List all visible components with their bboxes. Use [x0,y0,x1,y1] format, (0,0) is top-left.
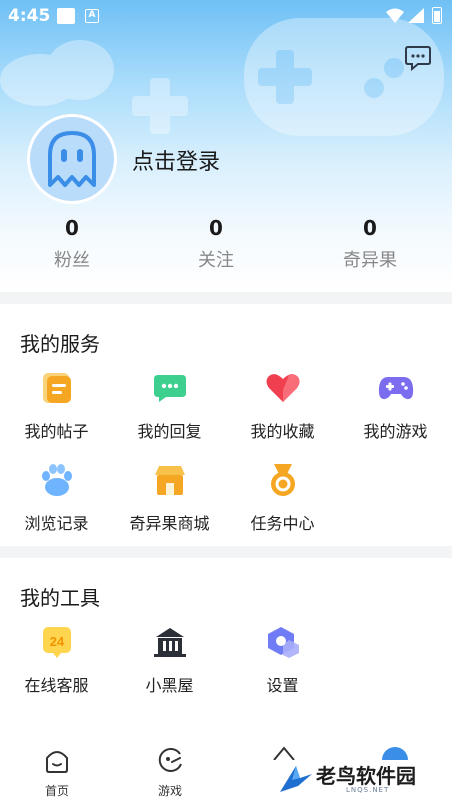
service-label: 浏览记录 [24,514,89,533]
stat-fans[interactable]: 0 粉丝 [12,214,132,272]
medal-icon [270,464,295,496]
signal-icon [408,8,424,23]
status-bar: 4:45 A [0,0,452,32]
service-my-games[interactable]: 我的游戏 [339,370,452,442]
service-task-center[interactable]: 任务中心 [226,462,339,534]
service-my-favorites[interactable]: 我的收藏 [226,370,339,442]
gamepad-icon [378,377,413,400]
service-my-replies[interactable]: 我的回复 [113,370,226,442]
message-icon[interactable] [404,44,432,72]
divider [0,292,452,304]
avatar[interactable] [27,114,117,204]
bird-logo-icon [280,766,312,792]
stat-label: 粉丝 [54,250,90,271]
tab-game[interactable]: 游戏 [140,746,200,799]
stat-label: 奇异果 [343,250,397,271]
tab-label: 游戏 [157,784,182,798]
watermark-logo: 老鸟软件园 LNQS.NET [276,754,452,802]
notification-icon [57,8,75,24]
divider [0,546,452,558]
reply-icon [153,375,186,402]
keyboard-indicator-icon: A [85,9,99,23]
stat-kiwi[interactable]: 0 奇异果 [310,214,430,272]
stat-following[interactable]: 0 关注 [156,214,276,272]
favorite-icon [266,374,299,402]
store-icon [154,466,185,495]
tool-customer-service[interactable]: 24 在线客服 [0,624,113,696]
service-label: 我的帖子 [24,422,89,441]
tool-settings[interactable]: 设置 [226,624,339,696]
service-history[interactable]: 浏览记录 [0,462,113,534]
customer-service-badge: 24 [49,634,64,649]
history-icon [41,464,72,496]
settings-icon [267,627,299,658]
clock: 4:45 [8,6,51,26]
post-icon [42,373,71,403]
stat-label: 关注 [198,250,234,271]
game-icon [158,747,182,772]
tab-home[interactable]: 首页 [27,746,87,799]
tool-black-house[interactable]: 小黑屋 [113,624,226,696]
house-icon [153,628,186,657]
service-label: 我的回复 [137,422,202,441]
home-icon [46,751,68,773]
service-label: 奇异果商城 [129,514,210,533]
service-label: 我的收藏 [250,422,315,441]
wifi-icon [386,8,404,23]
stat-count: 0 [209,216,223,240]
customer-service-icon: 24 [42,627,71,658]
services-title: 我的服务 [20,332,100,356]
login-link[interactable]: 点击登录 [132,144,220,176]
battery-icon [432,7,442,24]
ghost-icon [48,131,96,187]
tab-label: 首页 [44,784,69,798]
tools-title: 我的工具 [20,586,100,610]
tool-label: 小黑屋 [145,676,194,695]
service-my-posts[interactable]: 我的帖子 [0,370,113,442]
stats-row: 0 粉丝 0 关注 0 奇异果 [0,214,452,274]
watermark-subtext: LNQS.NET [346,786,390,794]
tool-label: 设置 [266,676,299,695]
service-label: 任务中心 [250,514,315,533]
cloud-decoration [0,40,114,106]
service-label: 我的游戏 [363,422,428,441]
watermark-text: 老鸟软件园 [316,764,416,788]
stat-count: 0 [363,216,377,240]
stat-count: 0 [65,216,79,240]
plus-decoration [132,78,188,134]
tool-label: 在线客服 [24,676,89,695]
service-store[interactable]: 奇异果商城 [113,462,226,534]
